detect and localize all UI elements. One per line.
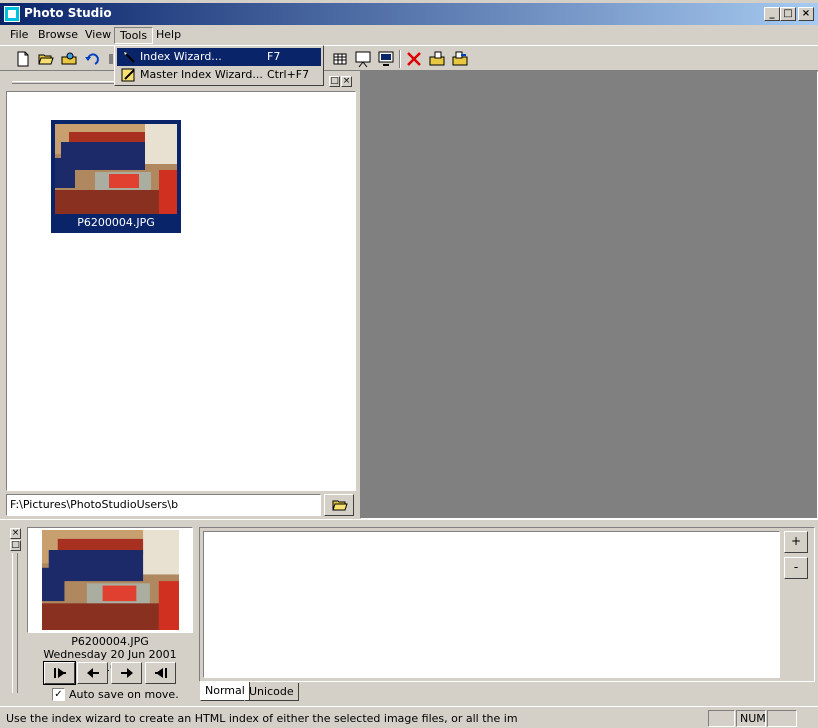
app-icon bbox=[4, 6, 20, 22]
move-to-folder-icon[interactable] bbox=[451, 50, 469, 68]
zoom-minus-button[interactable]: - bbox=[784, 557, 808, 579]
status-message: Use the index wizard to create an HTML i… bbox=[6, 712, 518, 725]
tab-normal[interactable]: Normal bbox=[200, 682, 250, 701]
menu-item-index-wizard[interactable]: Index Wizard... F7 bbox=[117, 48, 321, 66]
editor-frame: + - bbox=[199, 527, 815, 682]
menu-tools[interactable]: Tools bbox=[114, 27, 154, 44]
status-cell-caps bbox=[708, 710, 735, 727]
menu-item-label: Master Index Wizard... bbox=[140, 68, 263, 81]
open-folder-icon bbox=[332, 500, 348, 511]
thumbnail-item[interactable]: P6200004.JPG bbox=[51, 120, 181, 233]
autosave-checkbox[interactable]: ✓ bbox=[52, 688, 65, 701]
photo-thumbnail bbox=[55, 124, 177, 214]
thumbnail-area[interactable]: P6200004.JPG bbox=[6, 91, 356, 491]
panel-restore-button[interactable]: □ bbox=[10, 540, 21, 551]
panel-close-button[interactable]: × bbox=[10, 528, 21, 539]
description-editor[interactable] bbox=[203, 531, 780, 678]
first-image-button[interactable] bbox=[43, 661, 76, 685]
last-icon bbox=[155, 668, 167, 678]
status-cell-num: NUM bbox=[736, 710, 766, 727]
minimize-button[interactable]: _ bbox=[764, 7, 780, 21]
browse-folder-button[interactable] bbox=[324, 494, 354, 516]
undo-icon[interactable] bbox=[83, 50, 101, 68]
first-icon bbox=[54, 668, 66, 678]
thumbnail-browser-pane: □ × P6200004.JPG F:\Pictures\PhotoStudio… bbox=[4, 71, 358, 519]
menu-item-shortcut: Ctrl+F7 bbox=[267, 68, 310, 81]
menu-item-shortcut: F7 bbox=[267, 50, 281, 63]
grid-view-icon[interactable] bbox=[331, 50, 349, 68]
delete-icon[interactable] bbox=[405, 50, 423, 68]
last-image-button[interactable] bbox=[145, 662, 176, 684]
zoom-plus-button[interactable]: + bbox=[784, 531, 808, 553]
status-cell-scroll bbox=[767, 710, 797, 727]
menu-browse[interactable]: Browse bbox=[33, 27, 83, 44]
info-panel: × □ P6200004.JPG Wednesday 20 Jun 2001 1… bbox=[0, 523, 818, 706]
tools-dropdown-menu: Index Wizard... F7 Master Index Wizard..… bbox=[114, 45, 324, 86]
arrow-right-icon bbox=[121, 668, 133, 678]
panel-grip[interactable] bbox=[12, 553, 18, 693]
title-bar: Photo Studio _ □ × bbox=[0, 3, 818, 25]
pane-close-button[interactable]: × bbox=[341, 76, 352, 87]
menu-file[interactable]: File bbox=[5, 27, 33, 44]
status-bar: Use the index wizard to create an HTML i… bbox=[0, 706, 818, 728]
menu-item-label: Index Wizard... bbox=[140, 50, 222, 63]
wand-icon bbox=[123, 51, 135, 63]
next-image-button[interactable] bbox=[111, 662, 142, 684]
new-file-icon[interactable] bbox=[14, 50, 32, 68]
open-folder-icon[interactable] bbox=[37, 50, 55, 68]
preview-image-frame bbox=[27, 527, 193, 633]
menu-help[interactable]: Help bbox=[151, 27, 186, 44]
tab-unicode[interactable]: Unicode bbox=[244, 683, 299, 701]
browse-folder-icon[interactable] bbox=[60, 50, 78, 68]
preview-filename: P6200004.JPG bbox=[71, 635, 149, 648]
monitor-icon[interactable] bbox=[377, 50, 395, 68]
menu-item-master-index-wizard[interactable]: Master Index Wizard... Ctrl+F7 bbox=[117, 66, 321, 84]
window-title: Photo Studio bbox=[24, 6, 112, 20]
toolbar-separator bbox=[399, 50, 401, 68]
menu-view[interactable]: View bbox=[80, 27, 116, 44]
arrow-left-icon bbox=[87, 668, 99, 678]
image-viewer-pane[interactable] bbox=[360, 71, 818, 519]
pane-restore-button[interactable]: □ bbox=[329, 76, 340, 87]
previous-image-button[interactable] bbox=[77, 662, 108, 684]
copy-to-folder-icon[interactable] bbox=[428, 50, 446, 68]
preview-photo bbox=[42, 530, 179, 630]
slideshow-icon[interactable] bbox=[354, 50, 372, 68]
close-button[interactable]: × bbox=[798, 7, 814, 21]
thumbnail-caption: P6200004.JPG bbox=[77, 216, 155, 229]
folder-path-field[interactable]: F:\Pictures\PhotoStudioUsers\b bbox=[6, 494, 321, 516]
menu-bar: File Browse View Tools Help bbox=[0, 25, 818, 45]
maximize-button[interactable]: □ bbox=[780, 7, 796, 21]
autosave-label: Auto save on move. bbox=[69, 688, 179, 701]
master-index-icon bbox=[121, 68, 135, 82]
